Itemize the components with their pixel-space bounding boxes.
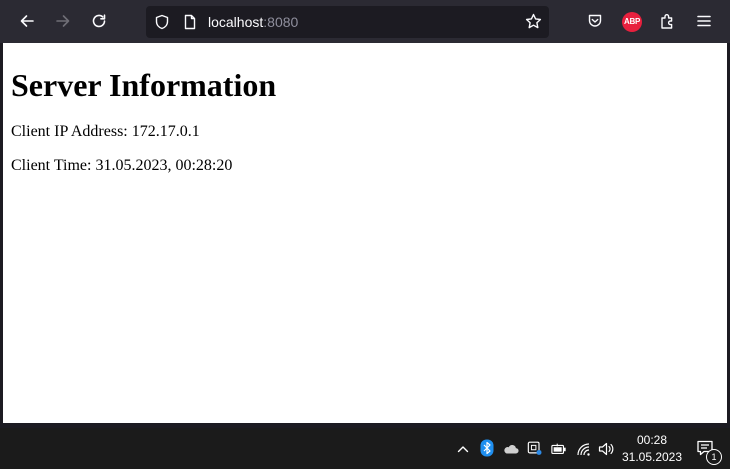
back-button[interactable]	[12, 6, 42, 36]
page-viewport: Server Information Client IP Address: 17…	[3, 43, 727, 423]
adblock-plus-icon[interactable]: ABP	[622, 12, 642, 32]
reload-icon	[92, 14, 106, 28]
pocket-icon	[588, 14, 602, 27]
reload-button[interactable]	[84, 6, 114, 36]
url-host: localhost	[208, 14, 264, 30]
url-port: :8080	[263, 14, 299, 30]
menu-button[interactable]	[689, 6, 719, 36]
shield-icon[interactable]	[154, 14, 170, 34]
page-title: Server Information	[11, 67, 277, 103]
speaker-icon[interactable]	[598, 441, 614, 457]
puzzle-icon	[661, 14, 673, 29]
extensions-button[interactable]	[653, 6, 683, 36]
clock-date: 31.05.2023	[621, 450, 683, 464]
forward-button[interactable]	[48, 6, 78, 36]
hamburger-menu-icon	[697, 15, 711, 27]
meet-now-icon[interactable]	[527, 440, 543, 456]
browser-toolbar: localhost:8080 ABP	[0, 0, 730, 43]
chevron-up-icon[interactable]	[455, 441, 471, 457]
arrow-left-icon	[20, 15, 34, 27]
page-icon[interactable]	[182, 14, 198, 34]
notification-count-badge: 1	[706, 449, 722, 465]
battery-icon[interactable]	[551, 441, 567, 457]
url-text[interactable]: localhost:8080	[208, 6, 298, 38]
pocket-button[interactable]	[580, 6, 610, 36]
onedrive-cloud-icon[interactable]	[503, 441, 519, 457]
taskbar-clock[interactable]: 00:28 31.05.2023	[616, 432, 688, 466]
client-time-text: Client Time: 31.05.2023, 00:28:20	[11, 157, 233, 174]
client-ip-text: Client IP Address: 172.17.0.1	[11, 123, 200, 140]
arrow-right-icon	[56, 15, 70, 27]
star-icon[interactable]	[525, 13, 542, 34]
wifi-icon[interactable]	[576, 441, 592, 457]
bluetooth-icon[interactable]	[479, 439, 495, 457]
url-bar[interactable]: localhost:8080	[146, 6, 549, 38]
clock-time: 00:28	[636, 433, 668, 447]
